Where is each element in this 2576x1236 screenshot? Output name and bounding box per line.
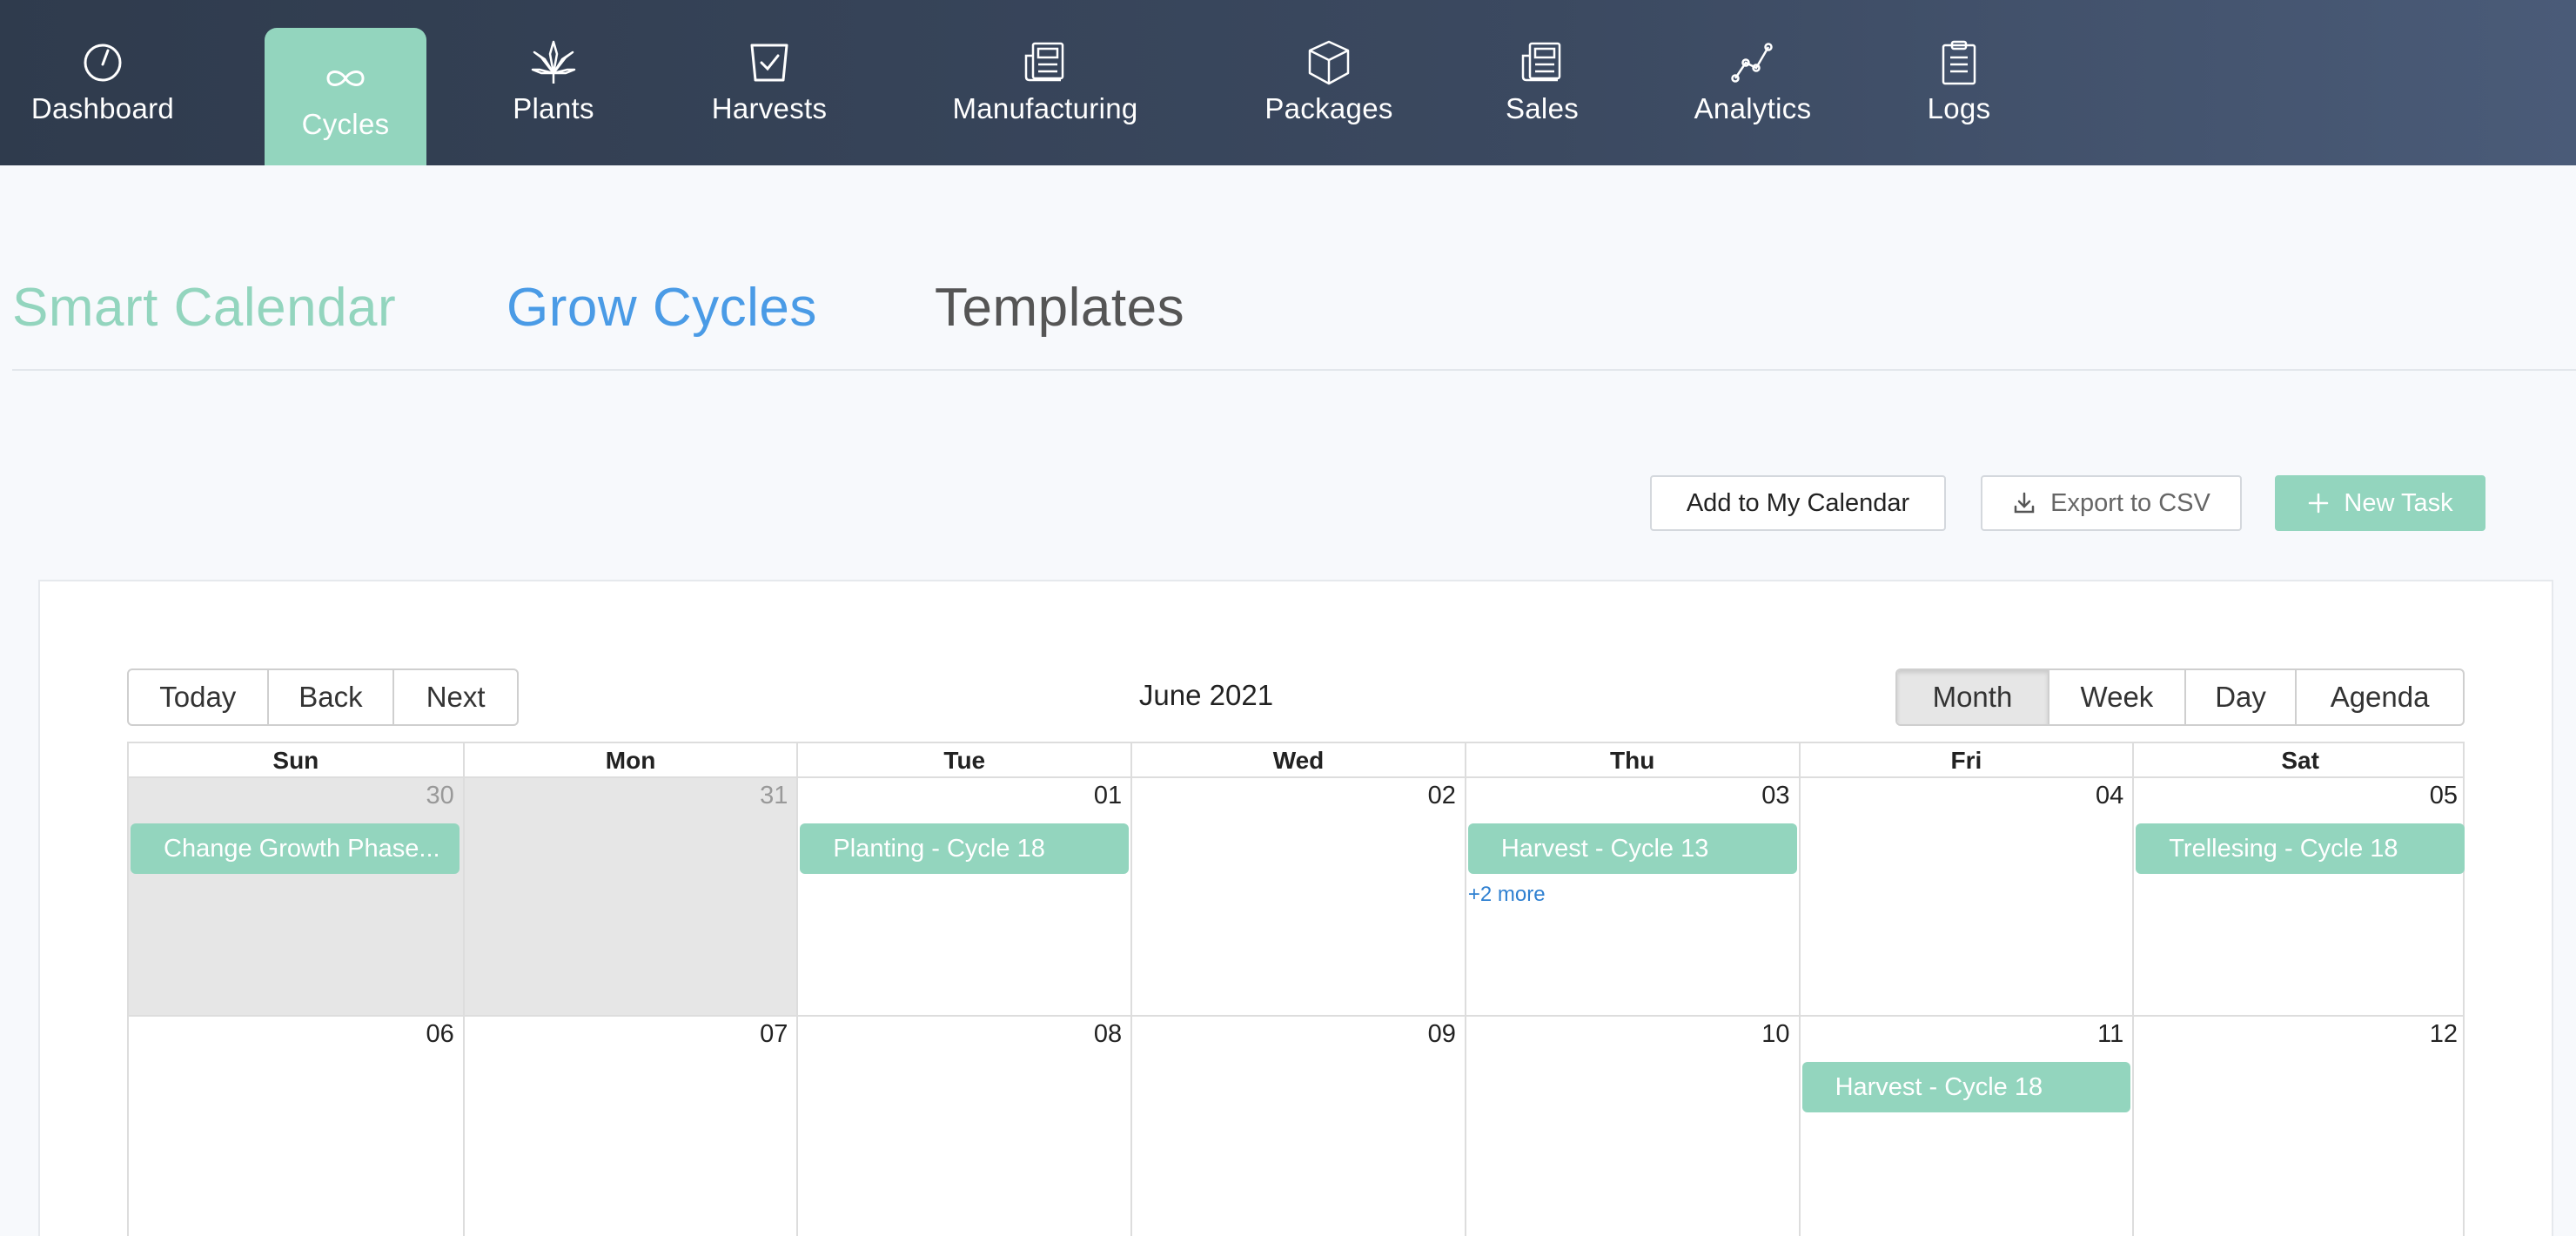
day-cell[interactable]: 11 Harvest - Cycle 18 xyxy=(1798,1017,2133,1236)
nav-label: Manufacturing xyxy=(952,92,1138,124)
day-number[interactable]: 03 xyxy=(1761,782,1789,810)
calendar-nav-group: Today Back Next xyxy=(127,668,519,726)
add-to-calendar-label: Add to My Calendar xyxy=(1686,488,1910,517)
day-number[interactable]: 10 xyxy=(1761,1020,1789,1049)
day-cell[interactable]: 30 Change Growth Phase... xyxy=(129,778,463,1015)
day-cell[interactable]: 05 Trellesing - Cycle 18 xyxy=(2132,778,2466,1015)
weekday-header-4: Thu xyxy=(1464,743,1799,778)
plus-icon xyxy=(2309,493,2329,514)
add-to-calendar-button[interactable]: Add to My Calendar xyxy=(1650,475,1946,531)
clipboard-icon xyxy=(1942,40,1976,85)
day-cell[interactable]: 08 xyxy=(796,1017,1130,1236)
day-cell[interactable]: 07 xyxy=(462,1017,797,1236)
newspaper-icon xyxy=(1521,42,1561,82)
nav-item-packages[interactable]: Packages xyxy=(1253,0,1405,165)
day-number[interactable]: 05 xyxy=(2430,782,2458,810)
newspaper-icon xyxy=(1024,42,1064,82)
calendar-event[interactable]: Change Growth Phase... xyxy=(131,823,460,874)
nav-item-sales[interactable]: Sales xyxy=(1499,0,1586,165)
day-number[interactable]: 04 xyxy=(2096,782,2123,810)
day-number[interactable]: 02 xyxy=(1428,782,1456,810)
nav-item-analytics[interactable]: Analytics xyxy=(1680,0,1826,165)
day-cell[interactable]: 03 Harvest - Cycle 13 +2 more xyxy=(1464,778,1799,1015)
weekday-header-3: Wed xyxy=(1130,743,1465,778)
day-cell[interactable]: 06 xyxy=(129,1017,463,1236)
export-csv-button[interactable]: Export to CSV xyxy=(1981,475,2242,531)
nav-label: Plants xyxy=(513,92,594,124)
week-row: 06 07 08 09 10 11 Harvest - Cycle 18 12 xyxy=(129,1017,2463,1236)
new-task-label: New Task xyxy=(2344,488,2453,517)
day-cell[interactable]: 01 Planting - Cycle 18 xyxy=(796,778,1130,1015)
nav-label: Sales xyxy=(1505,92,1580,124)
basket-check-icon xyxy=(750,44,788,82)
nav-label: Harvests xyxy=(711,92,828,124)
weekday-header-row: Sun Mon Tue Wed Thu Fri Sat xyxy=(129,743,2463,778)
nav-item-manufacturing[interactable]: Manufacturing xyxy=(935,0,1156,165)
next-button[interactable]: Next xyxy=(394,670,517,724)
weekday-header-1: Mon xyxy=(462,743,797,778)
day-cell[interactable]: 31 xyxy=(462,778,797,1015)
day-number[interactable]: 12 xyxy=(2430,1020,2458,1049)
day-number[interactable]: 31 xyxy=(760,782,788,810)
infinity-icon xyxy=(326,71,365,86)
top-navigation: Dashboard Cycles Plants Harvests Manufac… xyxy=(0,0,2576,165)
day-number[interactable]: 11 xyxy=(2097,1020,2123,1049)
calendar-month-label: June 2021 xyxy=(1138,679,1274,711)
tab-smart-calendar[interactable]: Smart Calendar xyxy=(12,277,396,339)
nav-label: Dashboard xyxy=(30,92,175,124)
calendar-view-group: Month Week Day Agenda xyxy=(1895,668,2465,726)
weekday-header-2: Tue xyxy=(796,743,1130,778)
day-cell[interactable]: 12 xyxy=(2132,1017,2466,1236)
view-day-button[interactable]: Day xyxy=(2186,670,2298,724)
calendar-event[interactable]: Harvest - Cycle 13 xyxy=(1467,823,1797,874)
calendar-event[interactable]: Planting - Cycle 18 xyxy=(800,823,1130,874)
tabs-divider xyxy=(12,369,2576,371)
nav-item-cycles[interactable]: Cycles xyxy=(265,28,426,165)
day-number[interactable]: 08 xyxy=(1094,1020,1122,1049)
download-icon xyxy=(2014,492,2035,514)
day-cell[interactable]: 02 xyxy=(1130,778,1465,1015)
nav-label: Packages xyxy=(1265,92,1393,124)
nav-item-plants[interactable]: Plants xyxy=(498,0,609,165)
cannabis-leaf-icon xyxy=(531,40,576,84)
day-number[interactable]: 06 xyxy=(426,1020,453,1049)
day-number[interactable]: 30 xyxy=(426,782,453,810)
gauge-icon xyxy=(84,44,122,82)
day-number[interactable]: 01 xyxy=(1094,782,1122,810)
tab-templates[interactable]: Templates xyxy=(935,277,1184,339)
day-number[interactable]: 09 xyxy=(1428,1020,1456,1049)
weekday-header-6: Sat xyxy=(2132,743,2466,778)
show-more-link[interactable]: +2 more xyxy=(1468,883,1546,907)
view-month-button[interactable]: Month xyxy=(1897,670,2049,724)
weekday-header-0: Sun xyxy=(272,747,319,774)
nav-label: Logs xyxy=(1927,92,1991,124)
back-button[interactable]: Back xyxy=(269,670,395,724)
calendar-event[interactable]: Harvest - Cycle 18 xyxy=(1801,1062,2131,1112)
nav-item-dashboard[interactable]: Dashboard xyxy=(12,0,193,165)
tab-grow-cycles[interactable]: Grow Cycles xyxy=(506,277,817,339)
weekday-header-5: Fri xyxy=(1798,743,2133,778)
day-number[interactable]: 07 xyxy=(760,1020,788,1049)
day-cell[interactable]: 04 xyxy=(1798,778,2133,1015)
nav-label: Analytics xyxy=(1694,92,1812,124)
view-agenda-button[interactable]: Agenda xyxy=(2297,670,2463,724)
box-icon xyxy=(1308,40,1350,85)
day-cell[interactable]: 09 xyxy=(1130,1017,1465,1236)
today-button[interactable]: Today xyxy=(129,670,269,724)
new-task-button[interactable]: New Task xyxy=(2275,475,2485,531)
nav-item-harvests[interactable]: Harvests xyxy=(701,0,837,165)
calendar-event[interactable]: Trellesing - Cycle 18 xyxy=(2136,823,2465,874)
nav-item-logs[interactable]: Logs xyxy=(1920,0,1998,165)
month-grid: Sun Mon Tue Wed Thu Fri Sat 30 Change Growth Ph… xyxy=(127,742,2465,1236)
view-week-button[interactable]: Week xyxy=(2049,670,2186,724)
day-cell[interactable]: 10 xyxy=(1464,1017,1799,1236)
week-row: 30 Change Growth Phase... 31 01 Planting - C… xyxy=(129,778,2466,1017)
export-csv-label: Export to CSV xyxy=(2050,488,2210,517)
nav-label: Cycles xyxy=(301,108,390,140)
line-chart-icon xyxy=(1731,43,1773,83)
